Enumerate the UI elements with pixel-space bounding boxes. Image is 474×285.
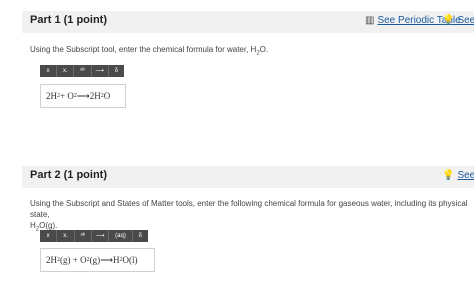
delta-button[interactable]: δ: [133, 230, 148, 242]
answer-term: O(l): [122, 255, 138, 265]
part2-question-end: O(g).: [39, 221, 58, 230]
subscript-button[interactable]: x.: [57, 230, 75, 242]
part1-title: Part 1 (1 point): [30, 14, 108, 26]
part2-hint-label: See H: [457, 170, 474, 181]
part2-question-line1: Using the Subscript and States of Matter…: [30, 199, 468, 219]
superscript-subscript-button[interactable]: ᵃᵇ: [74, 65, 92, 77]
answer-term: (g): [89, 255, 101, 265]
reaction-arrow-button[interactable]: ⟶: [92, 230, 110, 242]
answer-term: 2H: [46, 255, 57, 265]
part2-hint-link[interactable]: 💡 See H: [442, 170, 474, 181]
reaction-arrow: ⟶: [100, 254, 113, 265]
part2-title: Part 2 (1 point): [30, 169, 108, 181]
superscript-button[interactable]: x: [40, 65, 58, 77]
superscript-button[interactable]: x: [40, 230, 58, 242]
answer-term: + O: [60, 91, 74, 101]
part2-answer-field[interactable]: 2H 2 (g) + O 2 (g) ⟶ H 2 O(l): [40, 248, 155, 272]
reaction-arrow: ⟶: [76, 90, 90, 101]
answer-term: O: [103, 91, 111, 101]
superscript-subscript-button[interactable]: ᵃᵇ: [75, 230, 93, 242]
part1-header: Part 1 (1 point) ▥ See Periodic Table 💡 …: [22, 11, 474, 33]
part1-toolbar: x x. ᵃᵇ ⟶ δ: [40, 65, 124, 77]
part1-hint-link[interactable]: 💡 See H: [442, 15, 474, 26]
part1-question-end: O.: [259, 45, 269, 54]
part2-toolbar: x x. ᵃᵇ ⟶ (aq) δ: [40, 230, 148, 242]
part2-header: Part 2 (1 point) 💡 See H: [22, 166, 474, 188]
bar-chart-icon: ▥: [365, 15, 375, 26]
answer-term: 2H: [46, 91, 57, 101]
lightbulb-icon: 💡: [442, 170, 455, 181]
part1-answer-field[interactable]: 2H 2 + O2 ⟶ 2H 2 O: [40, 84, 126, 108]
answer-term: (g) + O: [60, 255, 87, 265]
reaction-arrow-button[interactable]: ⟶: [92, 65, 109, 77]
part1-question: Using the Subscript tool, enter the chem…: [30, 44, 268, 60]
subscript-button[interactable]: x.: [57, 65, 75, 77]
part1-question-text: Using the Subscript tool, enter the chem…: [30, 45, 257, 54]
part1-hint-label: See H: [457, 15, 474, 26]
states-of-matter-button[interactable]: (aq): [109, 230, 133, 242]
delta-button[interactable]: δ: [109, 65, 124, 77]
answer-term: 2H: [89, 91, 101, 101]
lightbulb-icon: 💡: [442, 15, 455, 26]
